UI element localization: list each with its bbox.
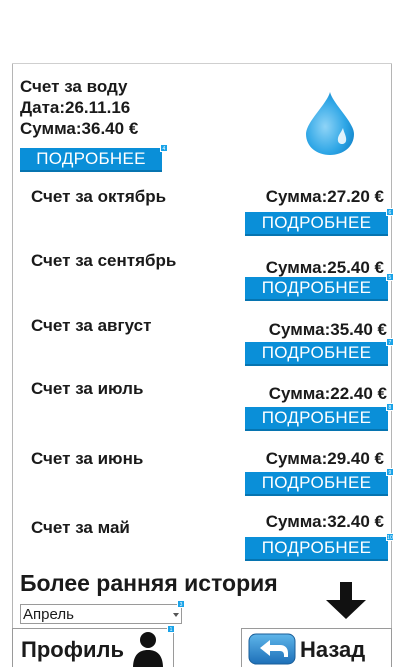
bill-more-badge: 10 xyxy=(386,533,394,541)
bill-more-button[interactable]: ПОДРОБНЕЕ 10 xyxy=(245,533,394,561)
history-title: Более ранняя история xyxy=(20,570,278,596)
chevron-down-icon xyxy=(173,613,179,617)
bill-more-label: ПОДРОБНЕЕ xyxy=(261,278,372,297)
bill-sum: Сумма:27.20 € xyxy=(265,187,384,206)
bill-more-label: ПОДРОБНЕЕ xyxy=(261,538,372,557)
summary-sum: Сумма:36.40 € xyxy=(20,119,139,138)
bill-more-label: ПОДРОБНЕЕ xyxy=(261,343,372,362)
person-icon xyxy=(133,632,163,667)
profile-badge: 1 xyxy=(167,625,175,633)
bill-more-badge: 5 xyxy=(386,273,394,281)
back-label: Назад xyxy=(300,637,366,662)
summary-more-label: ПОДРОБНЕЕ xyxy=(36,149,146,168)
bill-sum: Сумма:32.40 € xyxy=(265,512,384,531)
bill-sum: Сумма:22.40 € xyxy=(268,384,387,403)
bill-more-button[interactable]: ПОДРОБНЕЕ 7 xyxy=(245,338,394,366)
bill-sum: Сумма:29.40 € xyxy=(265,449,384,468)
bill-title: Счет за июль xyxy=(31,379,144,398)
water-bill-summary: Счет за воду Дата:26.11.16 Сумма:36.40 € xyxy=(20,76,138,139)
bill-title: Счет за май xyxy=(31,518,130,537)
bill-more-badge: 9 xyxy=(386,468,394,476)
profile-button[interactable]: Профиль 1 xyxy=(12,625,175,667)
bill-more-label: ПОДРОБНЕЕ xyxy=(261,473,372,492)
water-drop-icon xyxy=(306,92,354,155)
profile-label: Профиль xyxy=(21,637,124,662)
bill-title: Счет за октябрь xyxy=(31,187,167,206)
summary-more-badge: 4 xyxy=(160,144,168,152)
bill-more-button[interactable]: ПОДРОБНЕЕ 8 xyxy=(245,403,394,431)
arrow-down-icon[interactable] xyxy=(322,580,370,620)
bill-title: Счет за сентябрь xyxy=(31,251,177,270)
month-select-badge: 3 xyxy=(177,600,185,608)
bill-sum: Сумма:25.40 € xyxy=(265,258,384,277)
back-button[interactable]: Назад xyxy=(241,628,392,667)
top-bar xyxy=(12,48,392,64)
bill-sum: Сумма:35.40 € xyxy=(268,320,387,339)
summary-more-button[interactable]: ПОДРОБНЕЕ 4 xyxy=(20,144,168,172)
bill-title: Счет за июнь xyxy=(31,449,144,468)
month-select[interactable]: Апрель 3 xyxy=(20,600,185,624)
bill-more-button[interactable]: ПОДРОБНЕЕ 9 xyxy=(245,468,394,496)
bill-more-label: ПОДРОБНЕЕ xyxy=(261,213,372,232)
bill-more-badge: 7 xyxy=(386,338,394,346)
summary-title: Счет за воду xyxy=(20,77,128,96)
bill-more-badge: 6 xyxy=(386,208,394,216)
month-select-value: Апрель xyxy=(23,605,74,623)
summary-date: Дата:26.11.16 xyxy=(20,98,131,117)
back-arrow-icon xyxy=(248,633,296,665)
bill-more-button[interactable]: ПОДРОБНЕЕ 5 xyxy=(245,273,394,301)
bill-more-badge: 8 xyxy=(386,403,394,411)
bill-more-label: ПОДРОБНЕЕ xyxy=(261,408,372,427)
bill-more-button[interactable]: ПОДРОБНЕЕ 6 xyxy=(245,208,394,236)
bill-title: Счет за август xyxy=(31,316,152,335)
